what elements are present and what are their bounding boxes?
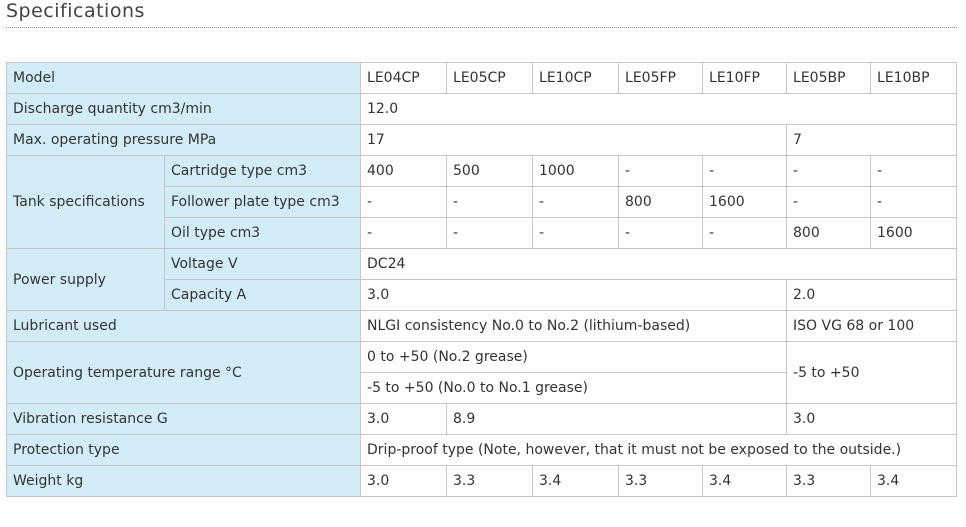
cartridge-cell: - (618, 155, 704, 187)
capacity-value: 3.0 (360, 279, 788, 311)
cartridge-cell: - (786, 155, 872, 187)
discharge-value: 12.0 (360, 93, 958, 125)
oil-cell: - (532, 217, 620, 249)
pressure-value: 17 (360, 124, 788, 156)
follower-cell: - (446, 186, 534, 218)
model-cell: LE05FP (618, 62, 704, 94)
table-row-pressure: Max. operating pressure MPa 17 7 (5, 124, 958, 156)
cartridge-cell: 400 (360, 155, 448, 187)
weight-cell: 3.4 (702, 465, 788, 497)
row-label-vibration: Vibration resistance G (5, 403, 362, 435)
table-row-protection: Protection type Drip-proof type (Note, h… (5, 434, 958, 466)
specifications-table: Model LE04CP LE05CP LE10CP LE05FP LE10FP… (5, 62, 958, 497)
protection-value: Drip-proof type (Note, however, that it … (360, 434, 958, 466)
sub-label-capacity: Capacity A (163, 279, 362, 311)
vibration-value: 8.9 (446, 403, 788, 435)
sub-label-follower: Follower plate type cm3 (163, 186, 362, 218)
weight-cell: 3.3 (786, 465, 872, 497)
weight-cell: 3.3 (618, 465, 704, 497)
vibration-value: 3.0 (786, 403, 958, 435)
weight-cell: 3.4 (532, 465, 620, 497)
row-label-pressure: Max. operating pressure MPa (5, 124, 362, 156)
cartridge-cell: - (702, 155, 788, 187)
pressure-value: 7 (786, 124, 958, 156)
temperature-value: 0 to +50 (No.2 grease) (360, 341, 788, 373)
table-row-weight: Weight kg 3.0 3.3 3.4 3.3 3.4 3.3 3.4 (5, 465, 958, 497)
model-cell: LE05CP (446, 62, 534, 94)
row-label-protection: Protection type (5, 434, 362, 466)
table-row-lubricant: Lubricant used NLGI consistency No.0 to … (5, 310, 958, 342)
model-cell: LE10BP (870, 62, 958, 94)
page-title: Specifications (6, 0, 145, 22)
table-row-discharge: Discharge quantity cm3/min 12.0 (5, 93, 958, 125)
row-label-model: Model (5, 62, 362, 94)
sub-label-oil: Oil type cm3 (163, 217, 362, 249)
oil-cell: - (360, 217, 448, 249)
row-label-temperature: Operating temperature range °C (5, 341, 362, 404)
table-row-cartridge: Tank specifications Cartridge type cm3 4… (6, 155, 958, 249)
vibration-value: 3.0 (360, 403, 448, 435)
cartridge-cell: 500 (446, 155, 534, 187)
table-row-vibration: Vibration resistance G 3.0 8.9 3.0 (5, 403, 958, 435)
oil-cell: - (618, 217, 704, 249)
table-row-temperature: Operating temperature range °C 0 to +50 … (5, 341, 958, 404)
oil-cell: - (446, 217, 534, 249)
model-cell: LE04CP (360, 62, 448, 94)
row-label-weight: Weight kg (5, 465, 362, 497)
follower-cell: - (532, 186, 620, 218)
follower-cell: - (870, 186, 958, 218)
follower-cell: - (360, 186, 448, 218)
oil-cell: 800 (786, 217, 872, 249)
temperature-value: -5 to +50 (No.0 to No.1 grease) (360, 372, 788, 404)
model-cell: LE10FP (702, 62, 788, 94)
table-row-voltage: Power supply Voltage V DC24 (6, 248, 958, 311)
follower-cell: 800 (618, 186, 704, 218)
row-label-power: Power supply (6, 248, 165, 311)
lubricant-value: NLGI consistency No.0 to No.2 (lithium-b… (360, 310, 788, 342)
weight-cell: 3.4 (870, 465, 958, 497)
row-label-lubricant: Lubricant used (5, 310, 362, 342)
row-label-tank: Tank specifications (6, 155, 165, 249)
temperature-value: -5 to +50 (786, 341, 958, 404)
oil-cell: - (702, 217, 788, 249)
follower-cell: 1600 (702, 186, 788, 218)
table-row-model: Model LE04CP LE05CP LE10CP LE05FP LE10FP… (5, 62, 958, 94)
cartridge-cell: - (870, 155, 958, 187)
weight-cell: 3.0 (360, 465, 448, 497)
model-cell: LE05BP (786, 62, 872, 94)
voltage-value: DC24 (360, 248, 958, 280)
follower-cell: - (786, 186, 872, 218)
title-divider (6, 27, 957, 28)
model-cell: LE10CP (532, 62, 620, 94)
oil-cell: 1600 (870, 217, 958, 249)
sub-label-voltage: Voltage V (163, 248, 362, 280)
cartridge-cell: 1000 (532, 155, 620, 187)
weight-cell: 3.3 (446, 465, 534, 497)
capacity-value: 2.0 (786, 279, 958, 311)
row-label-discharge: Discharge quantity cm3/min (5, 93, 362, 125)
lubricant-value: ISO VG 68 or 100 (786, 310, 958, 342)
sub-label-cartridge: Cartridge type cm3 (163, 155, 362, 187)
